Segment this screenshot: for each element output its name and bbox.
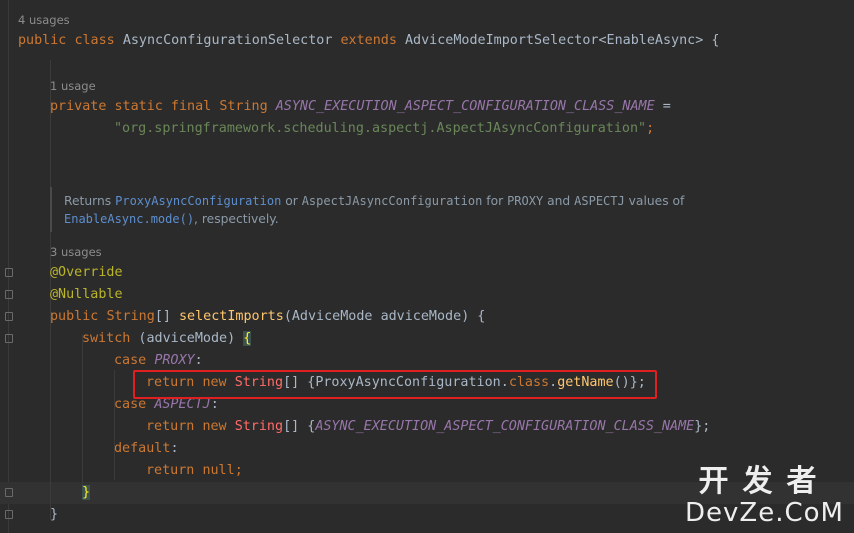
field-type: String	[219, 99, 268, 114]
default-line[interactable]: default:	[114, 438, 179, 460]
annotation-nullable[interactable]: @Nullable	[50, 284, 123, 306]
doc-link[interactable]: EnableAsync.mode()	[64, 212, 194, 226]
doc-text: Returns	[64, 194, 116, 208]
keyword-default: default	[114, 441, 171, 456]
generic-open: <	[598, 33, 607, 48]
close-method-line[interactable]: }	[50, 504, 58, 526]
doc-link[interactable]: ProxyAsyncConfiguration	[115, 194, 281, 208]
colon: :	[210, 397, 219, 412]
paren: (	[130, 331, 147, 346]
fold-marker-icon[interactable]	[5, 510, 13, 519]
fold-marker-icon[interactable]	[5, 312, 13, 321]
doc-text: and	[543, 194, 575, 208]
doc-text: or	[281, 194, 302, 208]
fold-marker-icon[interactable]	[5, 488, 13, 497]
enum-constant: ASPECTJ	[154, 397, 211, 412]
fold-marker-icon[interactable]	[5, 268, 13, 277]
indent-guide	[114, 370, 115, 480]
javadoc-line-1: Returns ProxyAsyncConfiguration or Aspec…	[64, 192, 684, 210]
method-name: selectImports	[179, 309, 284, 324]
doc-text: for	[482, 194, 508, 208]
fold-marker-icon[interactable]	[5, 334, 13, 343]
watermark-logo: 开发者 DevZe.CoM	[685, 464, 844, 528]
array-brackets: []	[154, 309, 179, 324]
code-editor[interactable]: 4 usages public class AsyncConfiguration…	[0, 0, 854, 533]
param-type: AdviceMode	[291, 309, 373, 324]
return-null-line[interactable]: return null;	[146, 460, 243, 482]
generic-type: EnableAsync	[606, 33, 696, 48]
keyword-return: return	[146, 419, 195, 434]
doc-text: values of	[624, 194, 685, 208]
annotation-override[interactable]: @Override	[50, 262, 123, 284]
highlight-box	[133, 370, 657, 399]
statement-end: };	[694, 419, 711, 434]
keyword-public: public	[18, 33, 67, 48]
switch-line[interactable]: switch (adviceMode) {	[82, 328, 252, 350]
fold-marker-icon[interactable]	[5, 290, 13, 299]
indent-guide	[82, 335, 83, 485]
class-name: AsyncConfigurationSelector	[122, 33, 333, 48]
doc-text: , respectively.	[194, 212, 279, 226]
keyword-case: case	[114, 397, 147, 412]
paren: ) {	[461, 309, 486, 324]
matched-brace: }	[82, 485, 91, 500]
colon: :	[170, 441, 179, 456]
doc-code: AspectJAsyncConfiguration	[301, 194, 483, 208]
semicolon: ;	[234, 463, 243, 478]
close-switch-line[interactable]: }	[82, 482, 91, 504]
equals: =	[654, 99, 671, 114]
keyword-return: return	[146, 463, 195, 478]
method-declaration-line[interactable]: public String[] selectImports(AdviceMode…	[50, 306, 485, 328]
doc-code: ASPECTJ	[574, 194, 625, 208]
array-init: [] {	[283, 419, 316, 434]
keyword-switch: switch	[82, 331, 131, 346]
keyword-null: null	[202, 463, 235, 478]
brace: }	[50, 507, 59, 522]
super-class-name: AdviceModeImportSelector	[404, 33, 599, 48]
param-name: adviceMode	[380, 309, 462, 324]
field-declaration-line[interactable]: private static final String ASYNC_EXECUT…	[50, 96, 671, 118]
field-name: ASYNC_EXECUTION_ASPECT_CONFIGURATION_CLA…	[275, 99, 655, 114]
type-string: String	[234, 419, 284, 434]
switch-var: adviceMode	[146, 331, 228, 346]
field-value-line[interactable]: "org.springframework.scheduling.aspectj.…	[114, 118, 654, 140]
usages-hint[interactable]: 3 usages	[50, 244, 102, 260]
watermark-top: 开发者	[698, 464, 831, 499]
brace: {	[703, 33, 720, 48]
keyword-extends: extends	[340, 33, 397, 48]
paren: (	[283, 309, 292, 324]
keyword-case: case	[114, 353, 147, 368]
keyword-class: class	[74, 33, 115, 48]
return-aspectj-line[interactable]: return new String[] {ASYNC_EXECUTION_ASP…	[146, 416, 710, 438]
keyword-new: new	[202, 419, 227, 434]
colon: :	[194, 353, 203, 368]
enum-constant: PROXY	[154, 353, 195, 368]
javadoc-line-2: EnableAsync.mode(), respectively.	[64, 210, 279, 228]
keyword-public: public	[50, 309, 99, 324]
watermark-bottom: DevZe.CoM	[685, 498, 844, 528]
class-declaration-line[interactable]: public class AsyncConfigurationSelector …	[18, 30, 719, 52]
case-proxy-line[interactable]: case PROXY:	[114, 350, 203, 372]
semicolon: ;	[646, 121, 655, 136]
field-modifiers: private static final	[50, 99, 212, 114]
usages-hint[interactable]: 4 usages	[18, 12, 70, 28]
string-literal: "org.springframework.scheduling.aspectj.…	[114, 121, 647, 136]
gutter-separator	[8, 0, 9, 533]
constant-ref: ASYNC_EXECUTION_ASPECT_CONFIGURATION_CLA…	[315, 419, 695, 434]
usages-hint[interactable]: 1 usage	[50, 78, 96, 94]
return-type: String	[106, 309, 155, 324]
doc-code: PROXY	[507, 194, 544, 208]
paren: )	[227, 331, 244, 346]
matched-brace: {	[243, 331, 252, 346]
